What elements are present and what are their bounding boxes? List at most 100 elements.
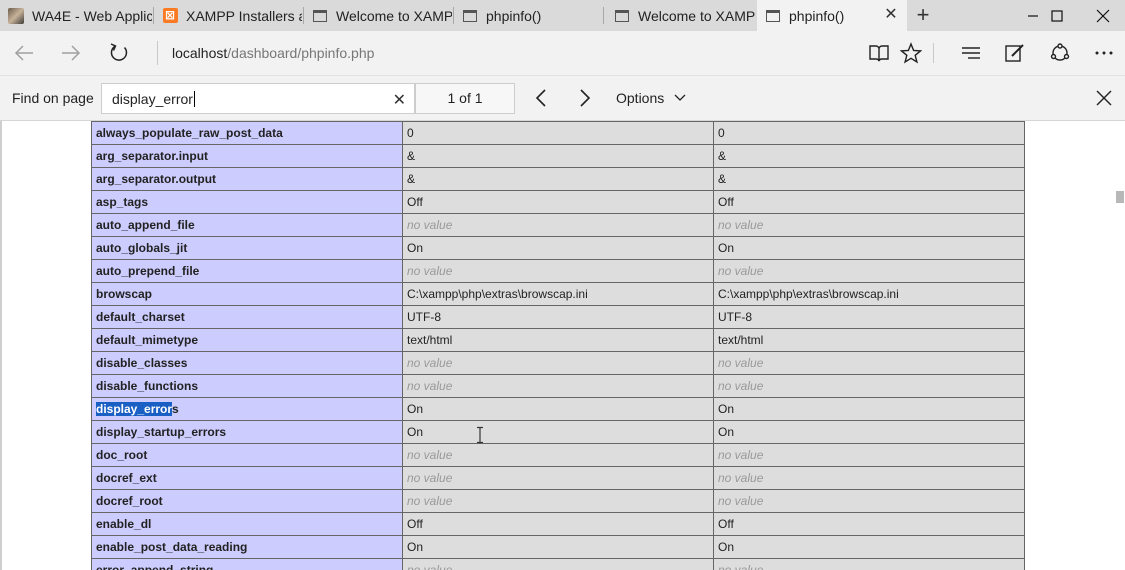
url-field[interactable]: localhost/dashboard/phpinfo.php bbox=[172, 45, 374, 61]
master-value: no value bbox=[713, 351, 1025, 375]
php-directives-table: always_populate_raw_post_data 0 0 arg_separ… bbox=[91, 121, 1025, 570]
back-button[interactable] bbox=[10, 39, 38, 67]
master-value: On bbox=[713, 420, 1025, 444]
master-value: Off bbox=[713, 190, 1025, 214]
star-icon bbox=[900, 42, 922, 64]
directive-name: default_charset bbox=[91, 305, 403, 329]
page-icon bbox=[765, 8, 781, 24]
find-bar: Find on page display_error ✕ 1 of 1 Opti… bbox=[0, 75, 1125, 121]
page-icon bbox=[312, 8, 328, 24]
table-row: doc_root no value no value bbox=[91, 443, 1025, 467]
master-value: no value bbox=[713, 489, 1025, 513]
table-row: default_charset UTF-8 UTF-8 bbox=[91, 305, 1025, 329]
find-match-count: 1 of 1 bbox=[415, 83, 515, 114]
tab-phpinfo-1[interactable]: phpinfo() bbox=[454, 0, 602, 31]
close-window-button[interactable] bbox=[1080, 0, 1125, 31]
master-value: no value bbox=[713, 558, 1025, 570]
vertical-scrollbar[interactable] bbox=[1115, 121, 1125, 570]
tab-title: Welcome to XAMPI bbox=[638, 7, 756, 24]
table-row: display_startup_errors On On bbox=[91, 420, 1025, 444]
master-value: On bbox=[713, 236, 1025, 260]
tab-xampp-installers[interactable]: ⊠ XAMPP Installers ar bbox=[154, 0, 302, 31]
local-value: & bbox=[402, 144, 714, 168]
hub-icon bbox=[962, 47, 980, 59]
close-icon bbox=[1096, 90, 1112, 106]
tab-welcome-xampp-1[interactable]: Welcome to XAMP bbox=[304, 0, 452, 31]
maximize-button[interactable] bbox=[1034, 0, 1080, 31]
close-find-bar-button[interactable] bbox=[1092, 86, 1116, 110]
find-label: Find on page bbox=[12, 90, 94, 106]
refresh-button[interactable] bbox=[105, 39, 133, 67]
chevron-left-icon bbox=[535, 89, 546, 107]
arrow-right-icon bbox=[62, 45, 81, 61]
local-value: no value bbox=[402, 443, 714, 467]
table-row: error_append_string no value no value bbox=[91, 558, 1025, 570]
master-value: no value bbox=[713, 374, 1025, 398]
master-value: & bbox=[713, 167, 1025, 191]
directive-name: display_errors bbox=[91, 397, 403, 421]
address-bar-row: localhost/dashboard/phpinfo.php bbox=[0, 31, 1125, 75]
tab-wa4e[interactable]: WA4E - Web Applic bbox=[0, 0, 152, 31]
tab-title: phpinfo() bbox=[486, 7, 542, 24]
close-tab-icon[interactable]: ✕ bbox=[883, 7, 899, 23]
master-value: On bbox=[713, 535, 1025, 559]
master-value: no value bbox=[713, 466, 1025, 490]
local-value: no value bbox=[402, 351, 714, 375]
local-value: Off bbox=[402, 512, 714, 536]
forward-button[interactable] bbox=[57, 39, 85, 67]
local-value: UTF-8 bbox=[402, 305, 714, 329]
directive-name: docref_ext bbox=[91, 466, 403, 490]
browser-window: WA4E - Web Applic ⊠ XAMPP Installers ar … bbox=[0, 0, 1125, 570]
tab-strip: WA4E - Web Applic ⊠ XAMPP Installers ar … bbox=[0, 0, 1125, 31]
local-value: no value bbox=[402, 466, 714, 490]
hub-button[interactable] bbox=[957, 39, 985, 67]
find-highlight: display_error bbox=[96, 402, 173, 416]
scrollbar-thumb[interactable] bbox=[1116, 191, 1124, 203]
local-value: text/html bbox=[402, 328, 714, 352]
local-value: On bbox=[402, 397, 714, 421]
directive-name: default_mimetype bbox=[91, 328, 403, 352]
directive-name: display_startup_errors bbox=[91, 420, 403, 444]
table-row: arg_separator.input & & bbox=[91, 144, 1025, 168]
directive-name: docref_root bbox=[91, 489, 403, 513]
master-value: UTF-8 bbox=[713, 305, 1025, 329]
table-row: auto_globals_jit On On bbox=[91, 236, 1025, 260]
find-next-button[interactable] bbox=[573, 86, 597, 110]
find-query: display_error bbox=[112, 91, 193, 107]
ellipsis-icon bbox=[1095, 51, 1113, 55]
tab-phpinfo-active[interactable]: phpinfo() ✕ bbox=[757, 0, 907, 31]
web-note-button[interactable] bbox=[1001, 39, 1029, 67]
table-row: default_mimetype text/html text/html bbox=[91, 328, 1025, 352]
tab-title: WA4E - Web Applic bbox=[32, 7, 152, 24]
directive-name: doc_root bbox=[91, 443, 403, 467]
share-button[interactable] bbox=[1046, 39, 1074, 67]
clear-icon[interactable]: ✕ bbox=[393, 90, 406, 110]
master-value: 0 bbox=[713, 121, 1025, 145]
directive-name: enable_dl bbox=[91, 512, 403, 536]
directive-name: browscap bbox=[91, 282, 403, 306]
table-row: docref_ext no value no value bbox=[91, 466, 1025, 490]
reading-view-button[interactable] bbox=[865, 39, 893, 67]
share-icon bbox=[1050, 43, 1070, 61]
find-options-dropdown[interactable]: Options bbox=[616, 90, 686, 106]
tab-title: XAMPP Installers ar bbox=[186, 7, 302, 24]
favorite-button[interactable] bbox=[897, 39, 925, 67]
new-tab-button[interactable]: + bbox=[911, 4, 935, 28]
refresh-icon bbox=[110, 43, 128, 61]
table-row: auto_append_file no value no value bbox=[91, 213, 1025, 237]
table-row: always_populate_raw_post_data 0 0 bbox=[91, 121, 1025, 145]
master-value: no value bbox=[713, 443, 1025, 467]
local-value: no value bbox=[402, 213, 714, 237]
find-previous-button[interactable] bbox=[529, 86, 553, 110]
find-input[interactable]: display_error ✕ bbox=[101, 83, 415, 114]
directive-name: enable_post_data_reading bbox=[91, 535, 403, 559]
master-value: text/html bbox=[713, 328, 1025, 352]
tab-welcome-xampp-2[interactable]: Welcome to XAMPI bbox=[606, 0, 756, 31]
master-value: no value bbox=[713, 259, 1025, 283]
arrow-left-icon bbox=[14, 45, 33, 61]
table-row: enable_dl Off Off bbox=[91, 512, 1025, 536]
more-button[interactable] bbox=[1090, 39, 1118, 67]
table-row: asp_tags Off Off bbox=[91, 190, 1025, 214]
tab-title: Welcome to XAMP bbox=[336, 7, 452, 24]
table-row: disable_functions no value no value bbox=[91, 374, 1025, 398]
